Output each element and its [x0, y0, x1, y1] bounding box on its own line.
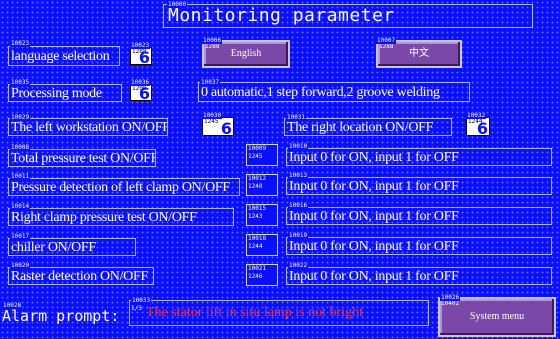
row-tag: 10008 [10, 144, 31, 151]
row-tag: 10020 [10, 262, 31, 269]
raster-label: Raster detection ON/OFF [8, 267, 154, 285]
chinese-button[interactable]: 1288 中文 [376, 40, 462, 68]
processing-indicator-value: 6 [138, 84, 150, 103]
alarm-message: 1/3 The stator lift in situ lamp is not … [129, 300, 429, 326]
left-workstation-indicator-sub: 1245 [204, 118, 219, 125]
processing-text-tag: 10037 [200, 79, 221, 86]
system-menu-sub: 10402 [441, 300, 460, 307]
hint-tag: 10016 [288, 202, 309, 209]
right-location-indicator[interactable]: 1244 6 [466, 117, 490, 138]
lamp-tag: 10018 [248, 235, 267, 242]
hint-tag: 10013 [288, 172, 309, 179]
english-button-label: English [230, 48, 262, 59]
right-clamp-lamp[interactable]: 10015 1243 [246, 204, 278, 226]
page-title: Monitoring parameter [163, 4, 533, 28]
row-tag: 10014 [10, 203, 31, 210]
right-location-indicator-tag: 10032 [466, 112, 487, 119]
lamp-tag: 10015 [248, 205, 267, 212]
system-menu-label: System menu [469, 311, 525, 322]
processing-mode-hint: 0 automatic,1 step forward,2 groove weld… [198, 82, 470, 102]
language-label: language selection [8, 46, 120, 66]
right-clamp-label: Right clamp pressure test ON/OFF [8, 208, 234, 226]
row-tag: 10011 [10, 173, 31, 180]
lamp-sub: 1244 [248, 243, 263, 250]
raster-lamp[interactable]: 10021 1246 [246, 264, 278, 286]
hint-tag: 10022 [288, 262, 309, 269]
title-tag: 10000 [167, 1, 188, 8]
left-workstation-indicator-value: 6 [220, 119, 232, 138]
english-button-sub: 1288 [205, 43, 220, 50]
chiller-lamp[interactable]: 10018 1244 [246, 234, 278, 256]
left-workstation-label: The left workstation ON/OFF [8, 118, 168, 136]
language-indicator: 1288 6 [130, 47, 152, 67]
processing-indicator-tag: 10036 [130, 79, 151, 86]
language-indicator-value: 6 [138, 48, 150, 67]
alarm-tag: 10028 [2, 302, 23, 309]
lamp-tag: 10009 [248, 145, 267, 152]
lamp-sub: 1243 [248, 213, 263, 220]
chinese-button-sub: 1288 [379, 43, 394, 50]
lamp-sub: 1246 [248, 273, 263, 280]
alarm-message-tag: 10033 [131, 297, 152, 304]
chinese-button-label: 中文 [409, 48, 429, 59]
alarm-label: Alarm prompt: [2, 307, 120, 325]
processing-indicator: 1200 6 [130, 84, 152, 103]
chiller-label: chiller ON/OFF [8, 238, 136, 256]
alarm-message-sub: 1/3 [131, 305, 142, 312]
left-workstation-indicator-tag: 10030 [202, 112, 223, 119]
hint-tag: 10010 [288, 143, 309, 150]
right-location-indicator-value: 6 [476, 119, 488, 138]
chinese-button-tag: 10007 [376, 37, 397, 44]
system-menu-tag: 10026 [440, 294, 461, 301]
raster-hint: Input 0 for ON, input 1 for OFF [286, 267, 552, 285]
language-indicator-tag: 10023 [130, 42, 151, 49]
english-button-tag: 10006 [202, 37, 223, 44]
lamp-sub: 1240 [248, 183, 263, 190]
total-pressure-label: Total pressure test ON/OFF [8, 149, 156, 167]
total-pressure-lamp[interactable]: 10009 1245 [246, 144, 278, 166]
processing-tag: 10035 [10, 79, 31, 86]
processing-label: Processing mode [8, 84, 122, 102]
english-button[interactable]: 1288 English [202, 40, 290, 68]
alarm-message-text: The stator lift in situ lamp is not brig… [146, 305, 363, 320]
total-pressure-hint: Input 0 for ON, input 1 for OFF [286, 148, 552, 166]
lamp-tag: 10021 [248, 265, 267, 272]
lamp-sub: 1245 [248, 153, 263, 160]
right-location-label: The right location ON/OFF [284, 118, 452, 136]
left-workstation-tag: 10029 [10, 114, 31, 121]
left-clamp-lamp[interactable]: 10012 1240 [246, 174, 278, 196]
right-clamp-hint: Input 0 for ON, input 1 for OFF [286, 207, 552, 225]
row-tag: 10017 [10, 233, 31, 240]
chiller-hint: Input 0 for ON, input 1 for OFF [286, 237, 552, 255]
lamp-tag: 10012 [248, 175, 267, 182]
left-clamp-label: Pressure detection of left clamp ON/OFF [8, 178, 240, 196]
system-menu-button[interactable]: 10402 System menu [438, 297, 556, 337]
hint-tag: 10019 [288, 232, 309, 239]
left-workstation-indicator[interactable]: 1245 6 [202, 117, 234, 138]
left-clamp-hint: Input 0 for ON, input 1 for OFF [286, 177, 552, 195]
right-location-tag: 10031 [286, 114, 307, 121]
language-tag: 10023 [10, 40, 31, 47]
